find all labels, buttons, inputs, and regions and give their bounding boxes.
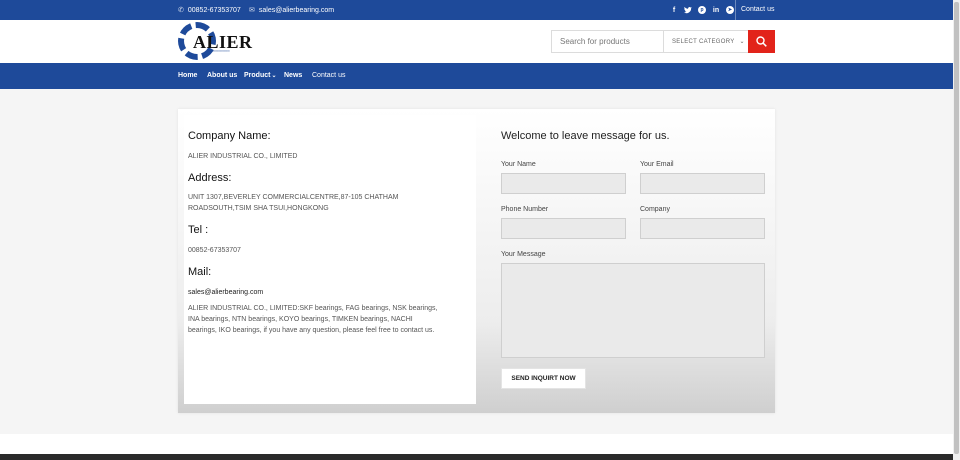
site-logo[interactable]: ALIER ━━━━━━━━━━━━ [178, 22, 256, 60]
site-header: ALIER ━━━━━━━━━━━━ SELECT CATEGORY ⌄ [0, 20, 953, 63]
topbar-email[interactable]: ✉ sales@alierbearing.com [249, 0, 334, 20]
address-value: UNIT 1307,BEVERLEY COMMERCIALCENTRE,87-1… [188, 194, 399, 212]
pinterest-icon[interactable]: p [698, 6, 706, 14]
company-label: Company [640, 206, 670, 213]
footer-strip [0, 454, 953, 460]
nav-item-product[interactable]: Product⌄ [244, 63, 276, 89]
contact-card: Company Name: ALIER INDUSTRIAL CO., LIMI… [178, 109, 775, 413]
company-info-panel: Company Name: ALIER INDUSTRIAL CO., LIMI… [184, 115, 476, 404]
nav-item-about[interactable]: About us [207, 63, 237, 89]
nav-item-news[interactable]: News [284, 63, 302, 89]
email-label: Your Email [640, 161, 674, 168]
phone-icon: ✆ [178, 7, 184, 14]
twitter-icon[interactable] [684, 6, 692, 14]
phone-label: Phone Number [501, 206, 549, 213]
message-field[interactable] [501, 263, 765, 358]
company-field[interactable] [640, 218, 765, 239]
mail-icon: ✉ [249, 7, 255, 14]
chevron-down-icon: ⌄ [739, 39, 745, 45]
category-select-label: SELECT CATEGORY [672, 38, 735, 45]
topbar-email-text: sales@alierbearing.com [258, 6, 335, 14]
company-description: ALIER INDUSTRIAL CO., LIMITED:SKF bearin… [188, 305, 438, 334]
social-links: f p in ➤ [670, 0, 734, 20]
search-button[interactable] [748, 30, 775, 53]
search-icon [756, 36, 767, 47]
tel-value: 00852-67353707 [188, 247, 241, 254]
linkedin-icon[interactable]: in [712, 6, 720, 14]
address-heading: Address: [188, 172, 232, 184]
topbar-divider [735, 0, 736, 20]
main-nav: Home About us Product⌄ News Contact us [0, 63, 953, 89]
logo-tagline-mark: ━━━━━━━━━━━━ [208, 49, 230, 53]
category-select[interactable]: SELECT CATEGORY ⌄ [663, 31, 749, 52]
send-inquiry-button[interactable]: SEND INQUIRT NOW [501, 368, 586, 389]
facebook-icon[interactable]: f [670, 6, 678, 14]
topbar-phone[interactable]: ✆ 00852-67353707 [178, 0, 241, 20]
top-bar: ✆ 00852-67353707 ✉ sales@alierbearing.co… [0, 0, 953, 20]
topbar-phone-text: 00852-67353707 [187, 6, 241, 14]
name-label: Your Name [501, 161, 536, 168]
nav-item-product-label: Product [244, 72, 271, 79]
message-label: Your Message [501, 251, 546, 258]
page-scrollbar[interactable] [953, 0, 960, 460]
form-title: Welcome to leave message for us. [501, 130, 670, 142]
search-input[interactable] [552, 31, 663, 52]
mail-heading: Mail: [188, 266, 212, 278]
email-field[interactable] [640, 173, 765, 194]
mail-value[interactable]: sales@alierbearing.com [188, 287, 263, 298]
search-bar: SELECT CATEGORY ⌄ [551, 30, 775, 53]
tel-heading: Tel : [188, 224, 209, 236]
chevron-down-icon: ⌄ [271, 73, 277, 79]
telegram-icon[interactable]: ➤ [726, 6, 734, 14]
name-field[interactable] [501, 173, 626, 194]
phone-field[interactable] [501, 218, 626, 239]
scrollbar-thumb[interactable] [954, 2, 959, 454]
nav-item-contact[interactable]: Contact us [312, 63, 345, 89]
company-name-heading: Company Name: [188, 130, 271, 142]
company-name-value: ALIER INDUSTRIAL CO., LIMITED [188, 153, 298, 160]
topbar-contact-link[interactable]: Contact us [741, 0, 774, 20]
page-content: Company Name: ALIER INDUSTRIAL CO., LIMI… [0, 89, 953, 434]
nav-item-home[interactable]: Home [178, 63, 197, 89]
